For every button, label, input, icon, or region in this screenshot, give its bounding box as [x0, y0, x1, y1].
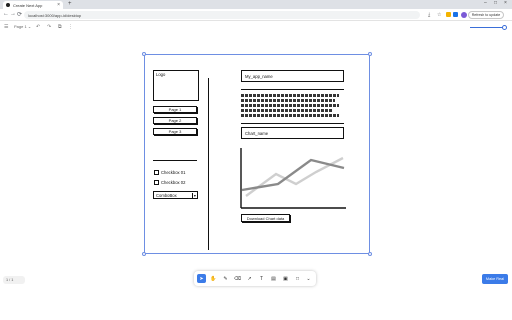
more-options-icon[interactable]: ⋮ [68, 24, 73, 30]
chart-name-box: Chart_name [241, 127, 344, 139]
arrow-tool-icon[interactable]: ↗ [245, 274, 254, 283]
page-1-button[interactable]: Page 1 [153, 106, 197, 113]
browser-address-bar: ← → ⟳ localhost:3000/app-id/desktop ⤓ ☆ … [0, 9, 512, 21]
app-name-label: My_app_name [245, 74, 273, 79]
combobox[interactable]: ComboBox ▾ [153, 191, 198, 199]
make-real-button[interactable]: Make Real [482, 274, 508, 284]
resize-handle[interactable] [368, 52, 372, 56]
page-indicator[interactable]: 1 / 1 [3, 276, 25, 284]
cursor-tool-icon[interactable]: ➤ [197, 274, 206, 283]
extension-icon[interactable] [453, 12, 458, 17]
checkbox-01[interactable] [154, 170, 159, 175]
checkbox-02[interactable] [154, 180, 159, 185]
page-2-button[interactable]: Page 2 [153, 117, 197, 124]
redo-icon[interactable]: ↷ [47, 24, 51, 30]
duplicate-icon[interactable]: ⧉ [58, 24, 62, 30]
tab-title: Create Next App [13, 2, 43, 8]
menu-icon[interactable]: ☰ [4, 24, 8, 30]
resize-handle[interactable] [142, 52, 146, 56]
resize-handle[interactable] [142, 252, 146, 256]
page-selector-label: Page 1 [14, 24, 27, 29]
hand-tool-icon[interactable]: ✋ [209, 274, 218, 283]
reload-icon[interactable]: ⟳ [17, 11, 22, 18]
chevron-down-icon: ⌄ [27, 24, 32, 29]
pen-tool-icon[interactable]: ✎ [221, 274, 230, 283]
header-divider [241, 89, 344, 91]
browser-tab[interactable]: Create Next App × [3, 1, 63, 9]
app-name-box: My_app_name [241, 70, 344, 82]
maximize-icon[interactable]: □ [494, 0, 497, 6]
chevron-down-icon: ▾ [191, 193, 196, 198]
chart-sketch [240, 148, 346, 209]
more-tools-icon[interactable]: ⌄ [304, 274, 313, 283]
extension-icon[interactable] [446, 12, 451, 17]
combobox-label: ComboBox [156, 193, 177, 198]
favicon-icon [6, 3, 10, 7]
zoom-slider-handle[interactable] [502, 25, 507, 30]
window-close-icon[interactable]: × [504, 0, 507, 6]
back-icon[interactable]: ← [3, 11, 9, 17]
text-line [241, 109, 333, 112]
logo-placeholder: Logo [153, 70, 199, 101]
download-chart-data-button[interactable]: Download Chart data [241, 214, 290, 222]
drawing-toolbar: ➤ ✋ ✎ ⌫ ↗ T ▤ ▣ □ ⌄ [194, 271, 316, 286]
page-selector[interactable]: Page 1 ⌄ [14, 24, 31, 29]
undo-icon[interactable]: ↶ [36, 24, 40, 30]
url-text: localhost:3000/app-id/desktop [28, 12, 82, 18]
minimize-icon[interactable]: – [484, 0, 487, 6]
chart-name-label: Chart_name [245, 131, 269, 136]
url-input[interactable]: localhost:3000/app-id/desktop [24, 11, 420, 19]
sidebar-divider [208, 78, 210, 250]
shape-tool-icon[interactable]: □ [293, 274, 302, 283]
resize-handle[interactable] [368, 252, 372, 256]
section-divider [153, 160, 197, 162]
text-line [241, 114, 339, 117]
series-line-dark [241, 158, 345, 192]
text-line [241, 94, 339, 97]
text-line [241, 99, 335, 102]
refresh-update-button[interactable]: Refresh to update [468, 11, 504, 19]
checkbox-01-label: Checkbox 01 [161, 170, 186, 175]
logo-label: Logo [156, 72, 166, 77]
zoom-slider[interactable] [470, 27, 505, 28]
eraser-tool-icon[interactable]: ⌫ [233, 274, 242, 283]
forward-icon[interactable]: → [10, 11, 16, 17]
note-tool-icon[interactable]: ▤ [269, 274, 278, 283]
star-icon[interactable]: ☆ [437, 12, 441, 18]
text-line [241, 104, 339, 107]
browser-tab-strip: Create Next App × + – □ × [0, 0, 512, 9]
install-icon[interactable]: ⤓ [428, 12, 430, 18]
app-toolbar: ☰ Page 1 ⌄ ↶ ↷ ⧉ ⋮ [0, 21, 512, 33]
new-tab-icon[interactable]: + [68, 1, 72, 7]
profile-avatar[interactable] [461, 12, 467, 18]
tab-close-icon[interactable]: × [57, 2, 60, 8]
image-tool-icon[interactable]: ▣ [281, 274, 290, 283]
page-3-button[interactable]: Page 3 [153, 128, 197, 135]
text-tool-icon[interactable]: T [257, 274, 266, 283]
checkbox-02-label: Checkbox 02 [161, 180, 186, 185]
content-divider [241, 123, 344, 125]
